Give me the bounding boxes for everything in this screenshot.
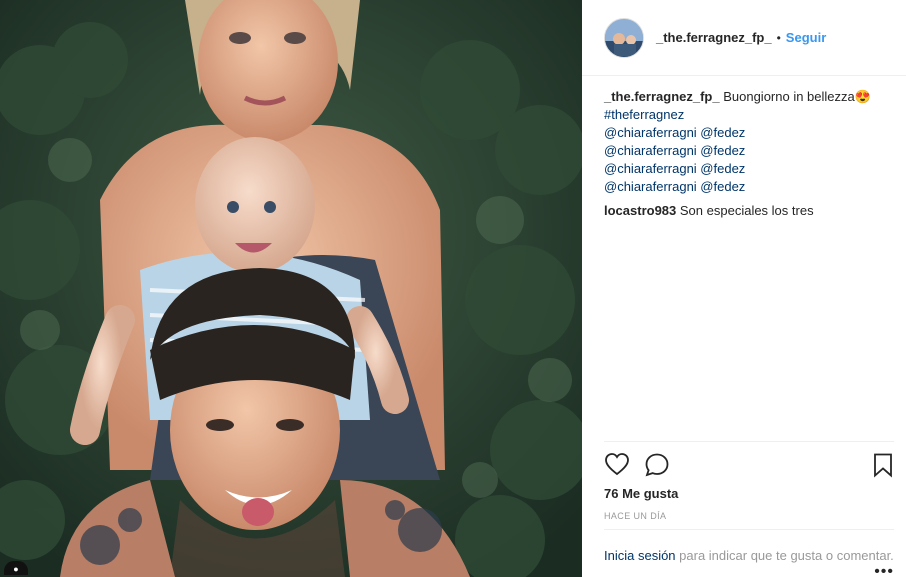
avatar-image	[605, 18, 643, 57]
post-side-panel: _the.ferragnez_fp_ • Seguir _the.ferragn…	[582, 0, 906, 577]
family-photo	[0, 0, 582, 577]
more-icon[interactable]: •••	[874, 563, 894, 577]
post-header: _the.ferragnez_fp_ • Seguir	[582, 0, 906, 76]
login-link[interactable]: Inicia sesión	[604, 548, 676, 563]
mentions-line[interactable]: @chiaraferragni @fedez	[604, 178, 894, 196]
comment: locastro983 Son especiales los tres	[604, 202, 894, 220]
post-timestamp: HACE UN DÍA	[604, 511, 667, 521]
action-bar	[604, 441, 894, 489]
comment-icon[interactable]	[644, 452, 670, 478]
follow-button[interactable]: Seguir	[786, 30, 826, 45]
mentions-line[interactable]: @chiaraferragni @fedez	[604, 142, 894, 160]
mentions-line[interactable]: @chiaraferragni @fedez	[604, 124, 894, 142]
tagged-people-icon[interactable]: ●	[4, 561, 28, 575]
login-prompt: Inicia sesión para indicar que te gusta …	[604, 529, 894, 577]
caption-text: Buongiorno in bellezza😍	[723, 89, 871, 104]
comment-text: Son especiales los tres	[679, 203, 814, 218]
heart-icon[interactable]	[604, 452, 630, 478]
caption: _the.ferragnez_fp_ Buongiorno in bellezz…	[604, 88, 894, 196]
hashtag-link[interactable]: #theferragnez	[604, 106, 894, 124]
comment-username[interactable]: locastro983	[604, 203, 676, 218]
post-photo[interactable]: ●	[0, 0, 582, 577]
header-separator: •	[776, 30, 781, 45]
likes-count[interactable]: 76 Me gusta	[604, 486, 678, 501]
bookmark-icon[interactable]	[870, 452, 896, 478]
mentions-line[interactable]: @chiaraferragni @fedez	[604, 160, 894, 178]
post-username[interactable]: _the.ferragnez_fp_	[656, 30, 772, 45]
comments-section: _the.ferragnez_fp_ Buongiorno in bellezz…	[604, 88, 894, 220]
avatar[interactable]	[604, 17, 644, 58]
login-prompt-text: para indicar que te gusta o comentar.	[675, 548, 894, 563]
caption-username[interactable]: _the.ferragnez_fp_	[604, 89, 720, 104]
